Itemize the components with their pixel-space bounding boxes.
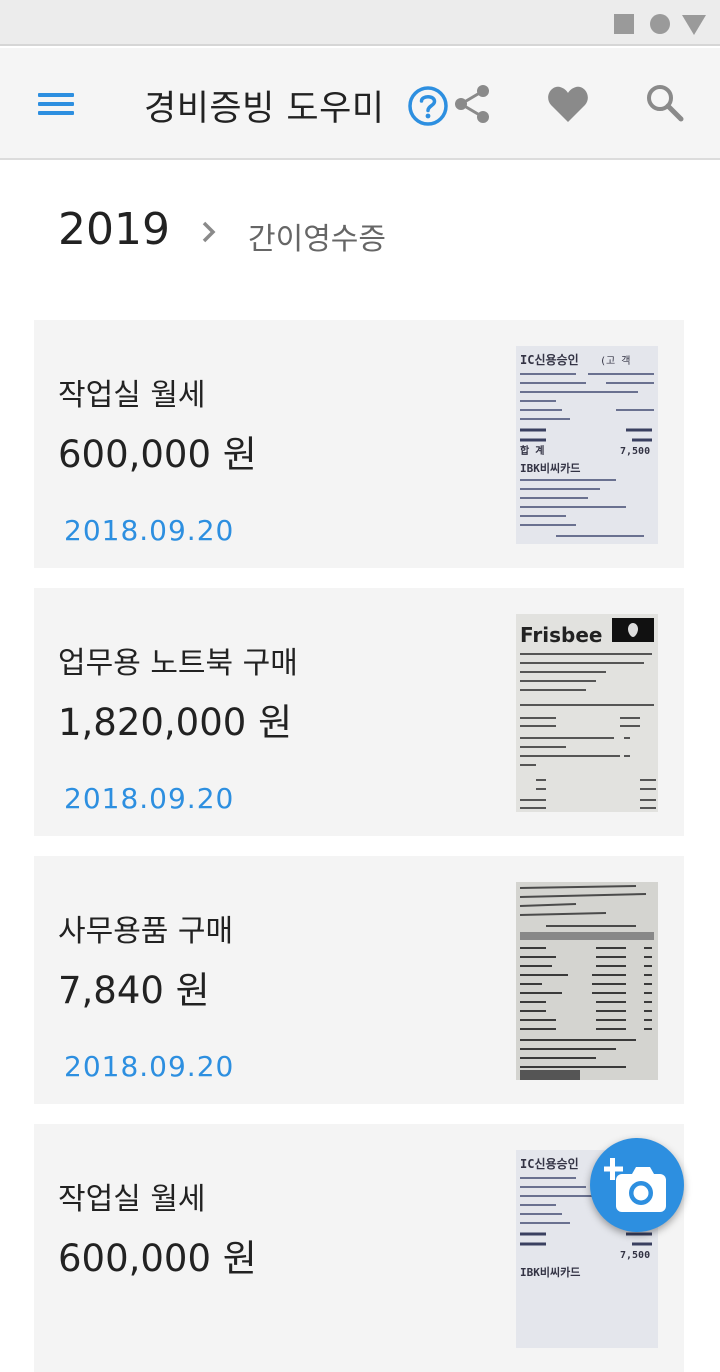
svg-text:Frisbee: Frisbee — [520, 623, 602, 647]
expense-card[interactable]: 작업실 월세 600,000 원 IC신용승인 7,500 IBK비씨카드 — [34, 1124, 684, 1372]
expense-title: 사무용품 구매 — [58, 914, 234, 949]
expense-card[interactable]: 작업실 월세 600,000 원 2018.09.20 IC신용승인 (고 객 … — [34, 320, 684, 568]
add-photo-button[interactable] — [590, 1138, 684, 1232]
add-photo-camera-icon — [604, 1158, 666, 1212]
expense-amount: 7,840 원 — [58, 969, 210, 1012]
expense-date: 2018.09.20 — [64, 1050, 235, 1083]
breadcrumb-year[interactable]: 2019 — [58, 204, 170, 255]
back-icon[interactable] — [682, 15, 706, 35]
receipt-thumbnail[interactable]: IC신용승인 (고 객 합 계 7,500 IBK비씨카드 — [516, 346, 658, 544]
chevron-right-icon — [202, 221, 216, 243]
expense-amount: 1,820,000 원 — [58, 701, 293, 744]
app-title: 경비증빙 도우미 — [144, 89, 385, 129]
receipt-thumbnail[interactable] — [516, 882, 658, 1080]
expense-title: 업무용 노트북 구매 — [58, 646, 298, 681]
question-circle-icon[interactable] — [406, 84, 450, 128]
expense-date: 2018.09.20 — [64, 782, 235, 815]
expense-card[interactable]: 업무용 노트북 구매 1,820,000 원 2018.09.20 Frisbe… — [34, 588, 684, 836]
expense-title: 작업실 월세 — [58, 1182, 206, 1217]
breadcrumb: 2019 간이영수증 — [58, 200, 658, 264]
expense-amount: 600,000 원 — [58, 433, 257, 476]
receipt-thumbnail[interactable]: Frisbee — [516, 614, 658, 812]
search-icon[interactable] — [644, 82, 686, 124]
home-icon[interactable] — [650, 14, 670, 34]
svg-text:IC신용승인: IC신용승인 — [520, 352, 579, 367]
svg-text:7,500: 7,500 — [620, 446, 650, 457]
svg-text:7,500: 7,500 — [620, 1250, 650, 1261]
recent-apps-icon[interactable] — [614, 14, 634, 34]
svg-text:합 계: 합 계 — [520, 444, 544, 457]
expense-amount: 600,000 원 — [58, 1237, 257, 1280]
svg-text:IC신용승인: IC신용승인 — [520, 1156, 579, 1171]
breadcrumb-category[interactable]: 간이영수증 — [248, 214, 386, 258]
svg-text:IBK비씨카드: IBK비씨카드 — [520, 1265, 580, 1279]
share-icon[interactable] — [452, 82, 492, 126]
expense-card[interactable]: 사무용품 구매 7,840 원 2018.09.20 — [34, 856, 684, 1104]
hamburger-menu-icon[interactable] — [30, 82, 82, 126]
expense-date: 2018.09.20 — [64, 514, 235, 547]
heart-icon[interactable] — [546, 84, 590, 124]
system-status-bar — [0, 0, 720, 46]
expense-title: 작업실 월세 — [58, 378, 206, 413]
app-bar: 경비증빙 도우미 — [0, 48, 720, 160]
svg-text:(고 객: (고 객 — [600, 355, 630, 367]
svg-text:IBK비씨카드: IBK비씨카드 — [520, 461, 580, 475]
